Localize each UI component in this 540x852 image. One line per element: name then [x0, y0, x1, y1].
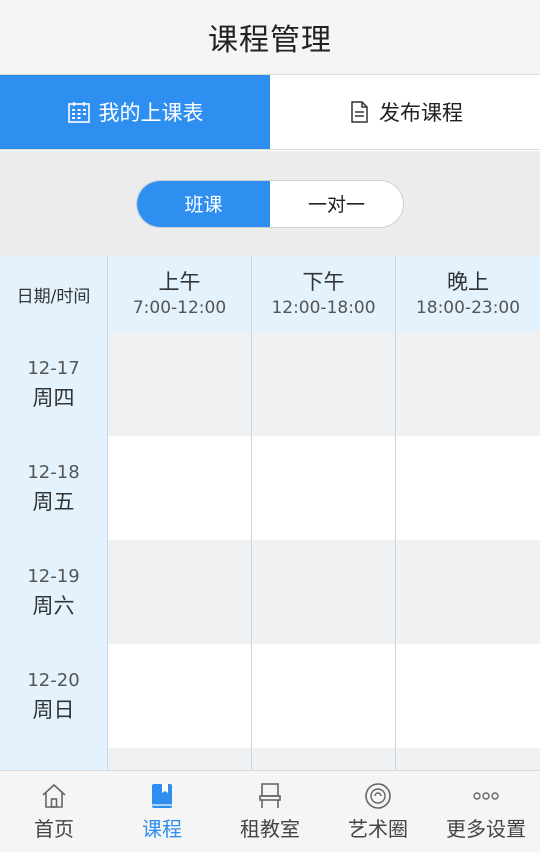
period-header-morning: 上午 7:00-12:00: [108, 256, 252, 332]
nav-rent-classroom[interactable]: 租教室: [216, 771, 324, 852]
date-cell: 12-17 周四: [0, 332, 108, 436]
calendar-icon: [67, 102, 90, 123]
slot-evening[interactable]: [396, 436, 540, 540]
nav-more-settings[interactable]: 更多设置: [432, 771, 540, 852]
segment-area: 班课 一对一: [0, 151, 540, 256]
table-row: 12-20 周日: [0, 644, 540, 748]
period-header-evening: 晚上 18:00-23:00: [396, 256, 540, 332]
more-icon: [473, 792, 499, 800]
nav-art-circle[interactable]: 艺术圈: [324, 771, 432, 852]
slot-evening[interactable]: [396, 332, 540, 436]
nav-label: 首页: [34, 817, 74, 841]
date-cell: [0, 748, 108, 770]
corner-label: 日期/时间: [16, 286, 91, 307]
chair-icon: [259, 783, 281, 808]
segment-group-class[interactable]: 班课: [137, 180, 270, 227]
slot-morning[interactable]: [108, 748, 252, 770]
period-name: 下午: [302, 270, 345, 294]
period-time: 18:00-23:00: [415, 298, 521, 318]
slot-morning[interactable]: [108, 436, 252, 540]
nav-course[interactable]: 课程: [108, 771, 216, 852]
row-weekday: 周日: [32, 698, 75, 722]
slot-afternoon[interactable]: [252, 748, 396, 770]
nav-label: 课程: [142, 817, 182, 841]
bottom-nav: 首页 课程 租教室 艺术圈 更多设置: [0, 770, 540, 852]
table-row: 12-19 周六: [0, 540, 540, 644]
table-row: 12-17 周四: [0, 332, 540, 436]
slot-evening[interactable]: [396, 748, 540, 770]
app-header: 课程管理: [0, 0, 540, 75]
circle-icon: [365, 783, 391, 809]
class-type-segment: 班课 一对一: [136, 179, 404, 228]
row-weekday: 周四: [32, 386, 75, 410]
top-tab-bar: 我的上课表 发布课程: [0, 75, 540, 150]
document-icon: [351, 101, 368, 123]
slot-afternoon[interactable]: [252, 332, 396, 436]
period-time: 7:00-12:00: [132, 298, 227, 318]
segment-one-on-one[interactable]: 一对一: [270, 181, 403, 227]
tab-label: 我的上课表: [98, 101, 204, 125]
slot-afternoon[interactable]: [252, 540, 396, 644]
nav-label: 艺术圈: [348, 817, 408, 841]
slot-morning[interactable]: [108, 332, 252, 436]
row-date: 12-20: [27, 670, 80, 691]
nav-label: 租教室: [240, 817, 300, 841]
date-cell: 12-19 周六: [0, 540, 108, 644]
home-icon: [42, 783, 66, 808]
slot-morning[interactable]: [108, 540, 252, 644]
period-name: 上午: [158, 270, 201, 294]
nav-label: 更多设置: [446, 817, 526, 841]
row-date: 12-17: [27, 358, 80, 379]
slot-afternoon[interactable]: [252, 644, 396, 748]
slot-evening[interactable]: [396, 540, 540, 644]
slot-evening[interactable]: [396, 644, 540, 748]
slot-afternoon[interactable]: [252, 436, 396, 540]
tab-label: 发布课程: [379, 101, 463, 125]
page-title: 课程管理: [208, 23, 332, 58]
date-cell: 12-20 周日: [0, 644, 108, 748]
tab-my-schedule[interactable]: 我的上课表: [0, 75, 270, 149]
nav-home[interactable]: 首页: [0, 771, 108, 852]
table-row-partial: [0, 748, 540, 770]
schedule-grid: 日期/时间 上午 7:00-12:00 下午 12:00-18:00 晚上 18…: [0, 256, 540, 770]
schedule-rows: 12-17 周四 12-18 周五 12-19 周六 12-20 周日: [0, 332, 540, 770]
row-date: 12-18: [27, 462, 80, 483]
table-row: 12-18 周五: [0, 436, 540, 540]
period-name: 晚上: [447, 270, 489, 294]
period-header-row: 上午 7:00-12:00 下午 12:00-18:00 晚上 18:00-23…: [108, 256, 540, 332]
tab-publish-course[interactable]: 发布课程: [270, 75, 540, 149]
row-date: 12-19: [27, 566, 80, 587]
date-cell: 12-18 周五: [0, 436, 108, 540]
period-header-afternoon: 下午 12:00-18:00: [252, 256, 396, 332]
book-icon: [152, 784, 172, 808]
slot-morning[interactable]: [108, 644, 252, 748]
row-weekday: 周六: [32, 594, 75, 618]
row-weekday: 周五: [32, 490, 75, 514]
period-time: 12:00-18:00: [271, 298, 376, 318]
